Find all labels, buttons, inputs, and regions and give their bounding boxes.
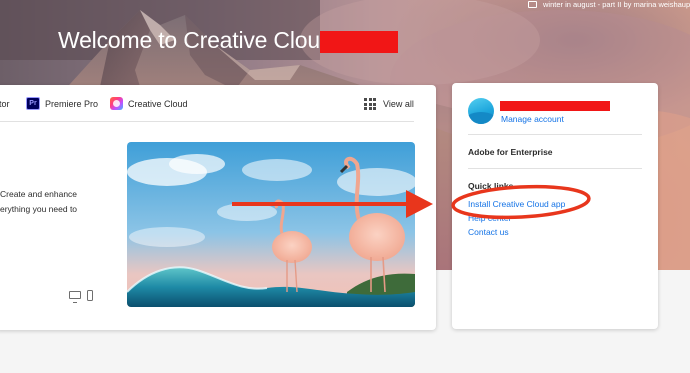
install-creative-cloud-app-link[interactable]: Install Creative Cloud app — [468, 199, 565, 209]
creative-cloud-icon — [110, 97, 123, 110]
premiere-pro-icon: Pr — [26, 97, 40, 110]
mobile-icon — [87, 290, 93, 301]
quick-links-heading: Quick links — [468, 181, 514, 191]
redacted-username — [320, 31, 398, 53]
grid-icon[interactable] — [364, 98, 376, 110]
adobe-for-enterprise-link[interactable]: Adobe for Enterprise — [468, 147, 553, 157]
desktop-icon — [69, 291, 81, 303]
image-credit-text: winter in august - part II by marina wei… — [543, 0, 690, 9]
redacted-account-name — [500, 101, 610, 111]
featured-artwork[interactable] — [127, 142, 415, 307]
image-credit-icon — [528, 1, 537, 8]
featured-apps-card: ator Pr Premiere Pro Creative Cloud View… — [0, 85, 436, 330]
image-credit[interactable]: winter in august - part II by marina wei… — [528, 0, 690, 10]
description-line: erything you need to — [0, 204, 78, 214]
welcome-heading: Welcome to Creative Cloud, — [58, 27, 339, 53]
avatar[interactable] — [468, 98, 494, 124]
flamingo-artwork-image — [127, 142, 415, 307]
help-center-link[interactable]: Help center — [468, 213, 511, 223]
divider — [468, 134, 642, 135]
description-line: Create and enhance — [0, 189, 78, 199]
divider — [468, 168, 642, 169]
app-tab-creative-cloud[interactable]: Creative Cloud — [128, 96, 188, 112]
app-tab-premiere-pro[interactable]: Premiere Pro — [45, 96, 98, 112]
account-card: Manage account Adobe for Enterprise Quic… — [452, 83, 658, 329]
manage-account-link[interactable]: Manage account — [501, 114, 564, 124]
contact-us-link[interactable]: Contact us — [468, 227, 509, 237]
apps-bar: ator Pr Premiere Pro Creative Cloud View… — [0, 85, 414, 122]
featured-description: Create and enhance erything you need to — [0, 187, 115, 217]
app-tab-illustrator[interactable]: ator — [0, 96, 10, 112]
view-all-link[interactable]: View all — [383, 96, 414, 112]
